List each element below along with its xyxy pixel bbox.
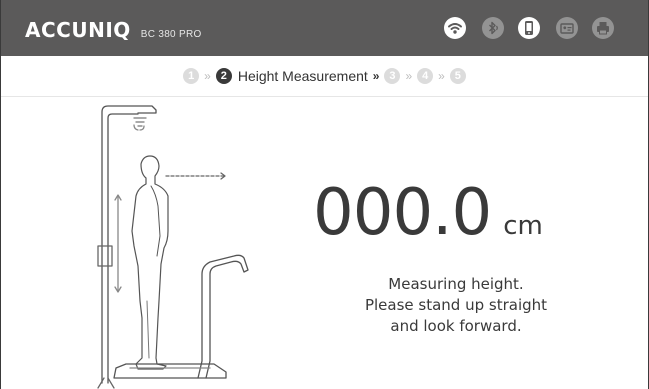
step-separator: » [204,69,211,83]
step-5-indicator: 5 [449,68,466,84]
active-step-label: Height Measurement [237,68,368,84]
height-value: 000.0 [313,176,492,250]
height-measurement-illustration [86,96,266,389]
instruction-message: Measuring height. Please stand up straig… [321,274,591,337]
brand-logo: ACCUNIQ BC 380 PRO [25,18,202,42]
measurement-screen: ACCUNIQ BC 380 PRO 1 » 2 Height Measurem… [0,0,649,389]
header-bar: ACCUNIQ BC 380 PRO [1,0,648,56]
instruction-line: Measuring height. [388,275,524,293]
id-card-icon[interactable] [556,17,578,39]
step-separator: » [372,69,380,83]
height-unit: cm [503,211,543,241]
printer-icon[interactable] [592,17,614,39]
step-separator: » [438,69,445,83]
phone-icon[interactable] [518,17,540,39]
step-4-indicator: 4 [417,68,434,84]
wifi-icon[interactable] [444,17,466,39]
instruction-line: and look forward. [390,317,522,335]
bluetooth-icon[interactable] [482,17,504,39]
step-1-indicator: 1 [183,68,200,84]
height-readout: 000.0 cm [313,176,543,250]
step-2-indicator: 2 [215,68,232,84]
step-progress-bar: 1 » 2 Height Measurement » 3 » 4 » 5 [1,56,648,97]
brand-name: ACCUNIQ [25,18,131,42]
model-name: BC 380 PRO [140,29,202,40]
step-separator: » [405,69,413,83]
instruction-line: Please stand up straight [364,296,548,314]
step-3-indicator: 3 [384,68,401,84]
